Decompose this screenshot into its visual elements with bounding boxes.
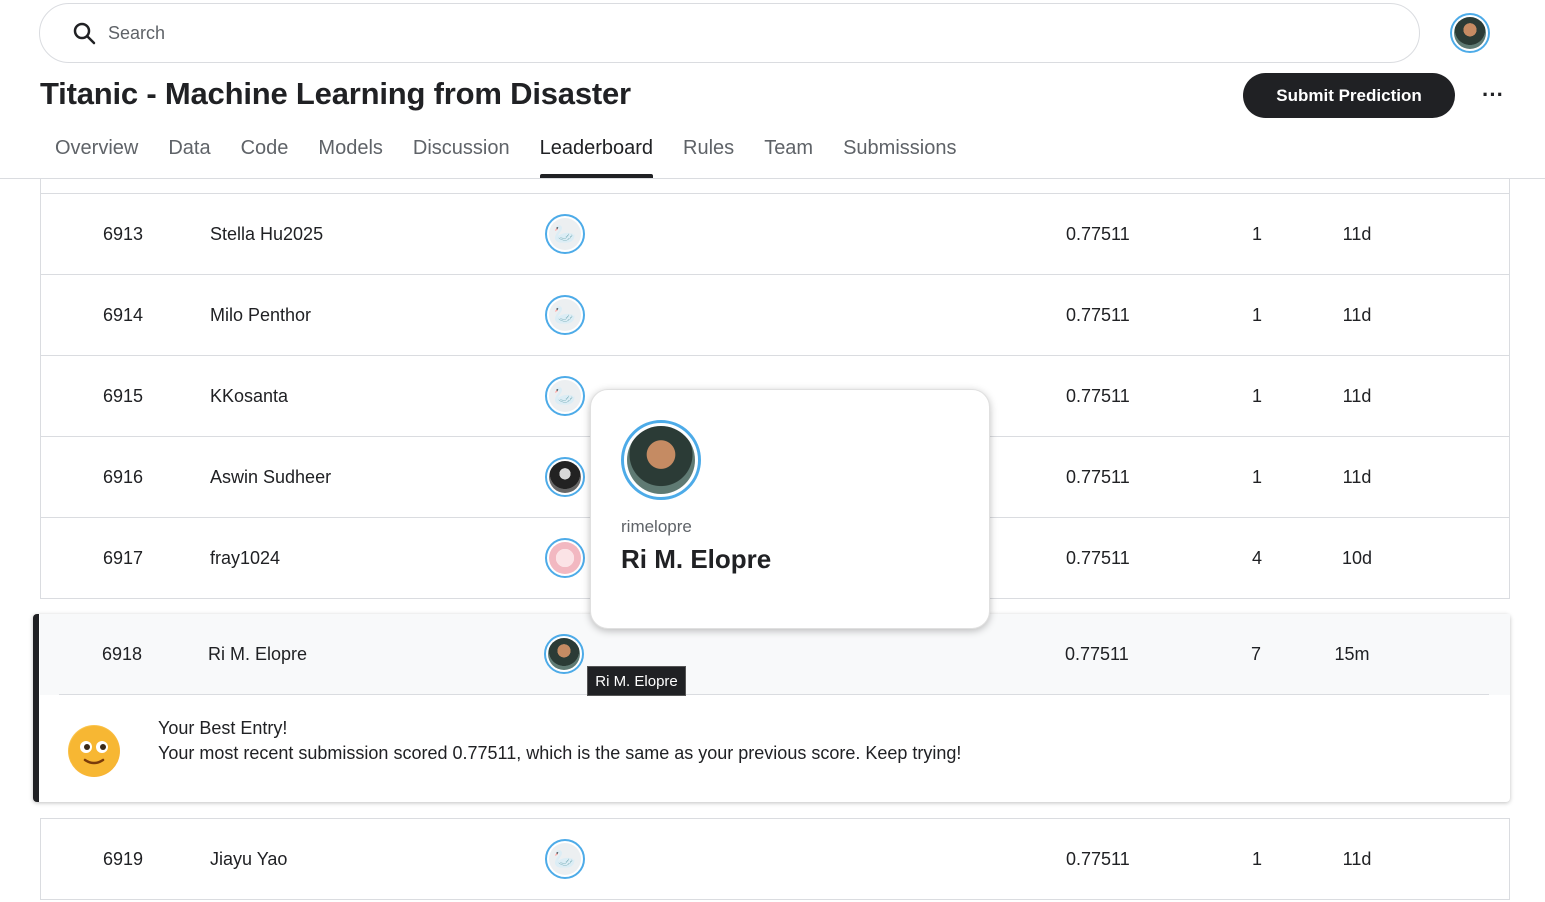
user-photo-icon <box>548 638 580 670</box>
divider <box>59 694 1489 695</box>
table-row[interactable]: 6913 Stella Hu2025 🦢 0.77511 1 11d <box>41 194 1509 275</box>
entries-count: 1 <box>1251 386 1262 406</box>
tab-submissions[interactable]: Submissions <box>828 130 971 178</box>
team-name[interactable]: fray1024 <box>210 518 280 598</box>
score: 0.77511 <box>1065 644 1129 664</box>
leaderboard-top-edge <box>40 179 1510 193</box>
score: 0.77511 <box>1066 849 1130 869</box>
rank: 6917 <box>103 548 144 568</box>
competition-tabs: Overview Data Code Models Discussion Lea… <box>40 130 971 178</box>
entries-count: 1 <box>1251 224 1262 244</box>
cartoon-avatar-icon <box>549 542 581 574</box>
team-name[interactable]: Jiayu Yao <box>210 819 287 899</box>
team-name[interactable]: Aswin Sudheer <box>210 437 331 517</box>
team-avatar[interactable] <box>544 634 584 674</box>
score: 0.77511 <box>1066 224 1130 244</box>
table-row[interactable]: 6919 Jiayu Yao 🦢 0.77511 1 11d <box>41 819 1509 900</box>
tab-overview[interactable]: Overview <box>40 130 153 178</box>
smiley-icon <box>68 725 120 777</box>
profile-display-name[interactable]: Ri M. Elopre <box>621 544 771 575</box>
default-avatar-icon: 🦢 <box>549 843 581 875</box>
profile-popover: rimelopre Ri M. Elopre <box>590 389 990 629</box>
tab-rules[interactable]: Rules <box>668 130 749 178</box>
team-avatar[interactable]: 🦢 <box>545 214 585 254</box>
rank: 6918 <box>102 644 143 664</box>
profile-avatar[interactable] <box>621 420 701 500</box>
tab-leaderboard[interactable]: Leaderboard <box>525 130 668 178</box>
default-avatar-icon: 🦢 <box>549 299 581 331</box>
search-icon <box>70 19 98 47</box>
tab-data[interactable]: Data <box>153 130 225 178</box>
more-options-icon[interactable]: ··· <box>1476 80 1510 110</box>
score: 0.77511 <box>1066 467 1130 487</box>
tab-models[interactable]: Models <box>303 130 397 178</box>
team-name[interactable]: Milo Penthor <box>210 275 311 355</box>
default-avatar-icon: 🦢 <box>549 380 581 412</box>
default-avatar-icon: 🦢 <box>549 218 581 250</box>
rank: 6914 <box>103 305 144 325</box>
last-submission: 10d <box>1341 548 1373 568</box>
entries-count: 1 <box>1251 849 1262 869</box>
last-submission: 11d <box>1342 467 1372 487</box>
leaderboard-table: 6919 Jiayu Yao 🦢 0.77511 1 11d <box>40 818 1510 900</box>
rank: 6919 <box>103 849 144 869</box>
team-avatar[interactable] <box>545 457 585 497</box>
team-avatar[interactable]: 🦢 <box>545 839 585 879</box>
rank: 6915 <box>103 386 144 406</box>
team-name[interactable]: Stella Hu2025 <box>210 194 323 274</box>
entries-count: 4 <box>1251 548 1262 568</box>
team-avatar[interactable]: 🦢 <box>545 376 585 416</box>
team-avatar[interactable] <box>545 538 585 578</box>
last-submission: 11d <box>1342 305 1372 325</box>
team-avatar[interactable]: 🦢 <box>545 295 585 335</box>
avatar-tooltip: Ri M. Elopre <box>587 666 686 696</box>
profile-username[interactable]: rimelopre <box>621 517 692 537</box>
tab-code[interactable]: Code <box>226 130 304 178</box>
last-submission: 11d <box>1342 386 1372 406</box>
score: 0.77511 <box>1066 386 1130 406</box>
last-submission: 11d <box>1342 849 1372 869</box>
entries-count: 1 <box>1251 305 1262 325</box>
rank: 6913 <box>103 224 144 244</box>
score: 0.77511 <box>1066 305 1130 325</box>
tab-team[interactable]: Team <box>749 130 828 178</box>
submit-prediction-button[interactable]: Submit Prediction <box>1243 73 1455 118</box>
team-name[interactable]: KKosanta <box>210 356 288 436</box>
tab-discussion[interactable]: Discussion <box>398 130 525 178</box>
last-submission: 15m <box>1334 644 1370 664</box>
last-submission: 11d <box>1342 224 1372 244</box>
user-avatar[interactable] <box>1450 13 1490 53</box>
team-name[interactable]: Ri M. Elopre <box>208 614 307 695</box>
best-entry-message: Your most recent submission scored 0.775… <box>158 743 962 763</box>
search-bar[interactable] <box>39 3 1420 63</box>
best-entry-title: Your Best Entry! <box>158 718 288 738</box>
rank: 6916 <box>103 467 144 487</box>
score: 0.77511 <box>1066 548 1130 568</box>
page-title: Titanic - Machine Learning from Disaster <box>40 76 631 111</box>
table-row[interactable]: 6914 Milo Penthor 🦢 0.77511 1 11d <box>41 275 1509 356</box>
entries-count: 7 <box>1250 644 1261 664</box>
search-input[interactable] <box>108 22 1308 44</box>
best-entry-panel: 6918 Ri M. Elopre 0.77511 7 15m Your Bes… <box>33 614 1510 802</box>
entries-count: 1 <box>1251 467 1262 487</box>
user-photo-icon <box>549 461 581 493</box>
